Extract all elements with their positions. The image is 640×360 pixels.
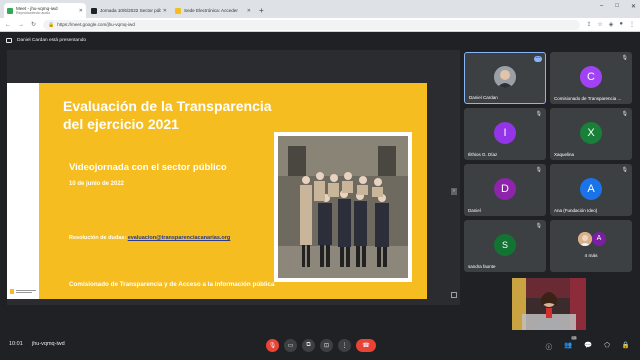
group-photo-image: [278, 136, 408, 278]
close-window-button[interactable]: ✕: [631, 3, 636, 10]
more-options-button[interactable]: ⋮: [338, 339, 351, 352]
participant-tile[interactable]: I 🎙 Ilithios G. Díaz: [464, 108, 546, 160]
participant-tile[interactable]: C 🎙 Comisionado de Transparencia ...: [550, 52, 632, 104]
info-icon[interactable]: ⓘ: [546, 341, 553, 351]
sede-favicon-icon: [175, 7, 181, 14]
avatar: I: [494, 121, 516, 144]
new-tab-button[interactable]: +: [259, 6, 264, 15]
participant-name: Xaquelina: [554, 152, 575, 157]
participant-tile[interactable]: A 🎙 Ana (Fundación Ideo): [550, 164, 632, 216]
forward-icon[interactable]: →: [18, 22, 24, 28]
contact-email-link[interactable]: evaluacion@transparenciacanarias.org: [128, 235, 231, 241]
slide-footer: Comisionado de Transparencia y de Acceso…: [69, 281, 275, 288]
meeting-code: jhu-vqmq-iwd: [32, 341, 65, 347]
tab-title: Jornada 10/6/2022 Sector públ...: [100, 8, 161, 13]
mic-off-icon: 🎙: [535, 223, 542, 229]
url-text: https://meet.google.com/jhu-vqmq-iwd: [57, 22, 135, 27]
avatar: S: [494, 233, 516, 256]
reload-icon[interactable]: ↻: [31, 21, 36, 28]
chat-icon[interactable]: 💬: [584, 341, 592, 351]
participant-photo-icon: [578, 232, 592, 246]
star-icon[interactable]: ☆: [597, 21, 602, 28]
meeting-controls-bar: 10:01 jhu-vqmq-iwd 🎙 ▭ ⧉ ⊡ ⋮ ☎ ⓘ 👥 15 💬 ⬠…: [0, 332, 640, 360]
presenting-text: Daniel Cardan está presentando: [17, 38, 87, 43]
meeting-time: 10:01: [9, 341, 23, 347]
mic-off-icon: 🎙: [535, 167, 542, 173]
participant-count-badge: 15: [570, 336, 578, 340]
slide-date: 10 de junio de 2022: [69, 181, 125, 187]
group-photo: [274, 132, 412, 282]
participant-tile[interactable]: X 🎙 Xaquelina: [550, 108, 632, 160]
participant-name: Ilithios G. Díaz: [468, 152, 498, 157]
captions-button[interactable]: ⧉: [302, 339, 315, 352]
people-icon[interactable]: 👥 15: [564, 336, 578, 351]
self-view-tile[interactable]: [512, 278, 586, 330]
mic-off-icon: 🎙: [621, 55, 628, 61]
leave-call-button[interactable]: ☎: [356, 339, 376, 352]
activities-icon[interactable]: ⬠: [604, 341, 610, 351]
fullscreen-icon[interactable]: [451, 292, 457, 298]
tab-subtitle: Reproduciendo audio: [16, 10, 51, 15]
commission-logo-icon: [10, 289, 36, 294]
presenter-banner: Daniel Cardan está presentando: [6, 35, 634, 46]
mic-off-button[interactable]: 🎙: [266, 339, 279, 352]
browser-tab-sede[interactable]: Sede Electrónica: Acceder ✕: [172, 3, 254, 18]
more-count-label: 4 más: [584, 254, 598, 259]
camera-button[interactable]: ▭: [284, 339, 297, 352]
participant-name: Daniel Cardan: [469, 95, 498, 100]
mic-off-icon: 🎙: [621, 111, 628, 117]
participant-tile[interactable]: ⋯ Daniel Cardan: [464, 52, 546, 104]
browser-tab-jornada[interactable]: Jornada 10/6/2022 Sector públ... ✕: [88, 3, 170, 18]
tab-title: Sede Electrónica: Acceder: [184, 8, 238, 13]
tab-title: Meet - jhu-vqmq-iwd: [16, 5, 58, 11]
close-tab-icon[interactable]: ✕: [247, 8, 251, 14]
minimize-button[interactable]: –: [600, 3, 603, 10]
participant-name: Ana (Fundación Ideo): [554, 208, 598, 213]
contact-label: Resolución de dudas:: [69, 235, 127, 241]
avatar: A: [580, 177, 602, 200]
self-camera-image: [512, 278, 586, 330]
window-controls: – □ ✕: [600, 3, 636, 10]
participant-name: Comisionado de Transparencia ...: [554, 96, 622, 101]
browser-tab-meet[interactable]: Meet - jhu-vqmq-iwd Reproduciendo audio …: [4, 3, 86, 18]
avatar: C: [580, 65, 602, 88]
maximize-button[interactable]: □: [615, 3, 619, 10]
meet-favicon-icon: [7, 7, 13, 14]
present-screen-icon: [6, 38, 12, 43]
present-button[interactable]: ⊡: [320, 339, 333, 352]
mic-off-icon: 🎙: [535, 111, 542, 117]
close-tab-icon[interactable]: ✕: [163, 8, 167, 14]
more-options-icon[interactable]: ⋯: [534, 56, 542, 62]
page-favicon-icon: [91, 7, 97, 14]
share-icon[interactable]: ⇪: [586, 21, 591, 28]
host-controls-icon[interactable]: 🔒: [622, 341, 630, 351]
close-tab-icon[interactable]: ✕: [79, 8, 83, 14]
extension-icon[interactable]: ◈: [609, 21, 614, 28]
lock-icon: 🔒: [48, 21, 55, 28]
participant-name: Daniel: [468, 208, 481, 213]
next-arrow-icon[interactable]: ›: [451, 188, 457, 195]
avatar: [578, 232, 592, 246]
participant-photo-icon: [494, 66, 516, 88]
avatar: [494, 66, 516, 88]
participant-tile[interactable]: S 🎙 sandra faonte: [464, 220, 546, 272]
url-field[interactable]: 🔒 https://meet.google.com/jhu-vqmq-iwd: [43, 19, 581, 30]
avatar: A: [592, 232, 606, 246]
back-icon[interactable]: ←: [5, 22, 11, 28]
slide-title: Evaluación de la Transparencia del ejerc…: [63, 98, 272, 132]
avatar: X: [580, 121, 602, 144]
profile-icon[interactable]: ●: [619, 21, 623, 28]
address-bar: ← → ↻ 🔒 https://meet.google.com/jhu-vqmq…: [0, 18, 640, 32]
mic-off-icon: 🎙: [621, 167, 628, 173]
participant-tile[interactable]: D 🎙 Daniel: [464, 164, 546, 216]
participant-name: sandra faonte: [468, 264, 496, 269]
avatar: D: [494, 177, 516, 200]
menu-icon[interactable]: ⋮: [629, 21, 635, 28]
slide-subtitle: Videojornada con el sector público: [69, 162, 227, 173]
slide-contact: Resolución de dudas: evaluacion@transpar…: [69, 235, 230, 241]
browser-tab-bar: Meet - jhu-vqmq-iwd Reproduciendo audio …: [0, 0, 640, 18]
more-participants-tile[interactable]: A 4 más: [550, 220, 632, 272]
